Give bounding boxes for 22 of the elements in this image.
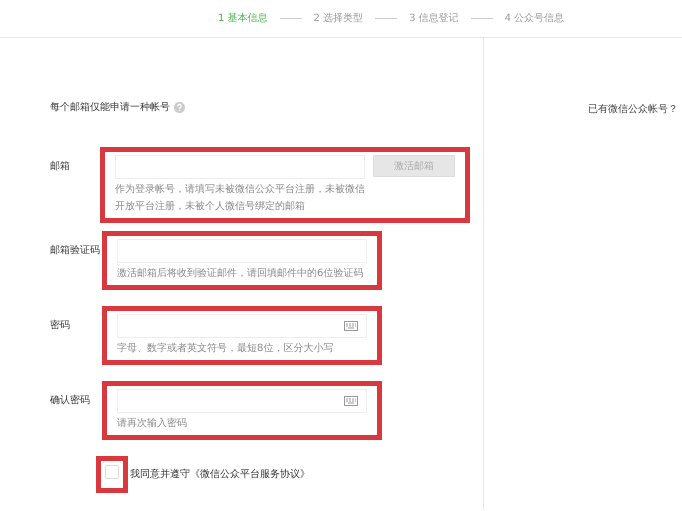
notice-text: 每个邮箱仅能申请一种帐号 (50, 102, 170, 113)
step-tab[interactable]: 3 信息登记 (409, 11, 459, 26)
hint-text: 字母、数字或者英文符号，最短8位，区分大小写 (117, 342, 334, 356)
field-label: 邮箱 (50, 160, 71, 174)
step-tab[interactable]: 1 基本信息 (218, 11, 268, 26)
hint-text: 请再次输入密码 (117, 416, 188, 431)
input-field[interactable] (117, 389, 367, 413)
agreement-text: 我同意并遵守《微信公众平台服务协议》 (130, 468, 310, 482)
agreement-checkbox[interactable] (105, 465, 119, 479)
activate-button[interactable]: 激活邮箱 (373, 155, 455, 177)
field-label: 确认密码 (50, 394, 91, 408)
hint-text: 激活邮箱后将收到验证邮件，请回填邮件中的6位验证码 (117, 266, 364, 281)
field-label: 邮箱验证码 (50, 244, 101, 258)
field-label: 密码 (50, 318, 71, 333)
login-prompt: 已有微信公众帐号？ (588, 104, 678, 115)
input-field[interactable] (117, 314, 367, 338)
step-tab[interactable]: 4 公众号信息 (504, 11, 564, 26)
keyboard-icon[interactable] (344, 396, 358, 406)
help-icon[interactable] (174, 102, 185, 113)
step-tab[interactable]: 2 选择类型 (314, 11, 364, 26)
hint-text: 作为登录帐号，请填写未被微信公众平台注册，未被微信开放平台注册，未被个人微信号绑定的邮箱 (115, 182, 365, 214)
keyboard-icon[interactable] (344, 321, 358, 331)
